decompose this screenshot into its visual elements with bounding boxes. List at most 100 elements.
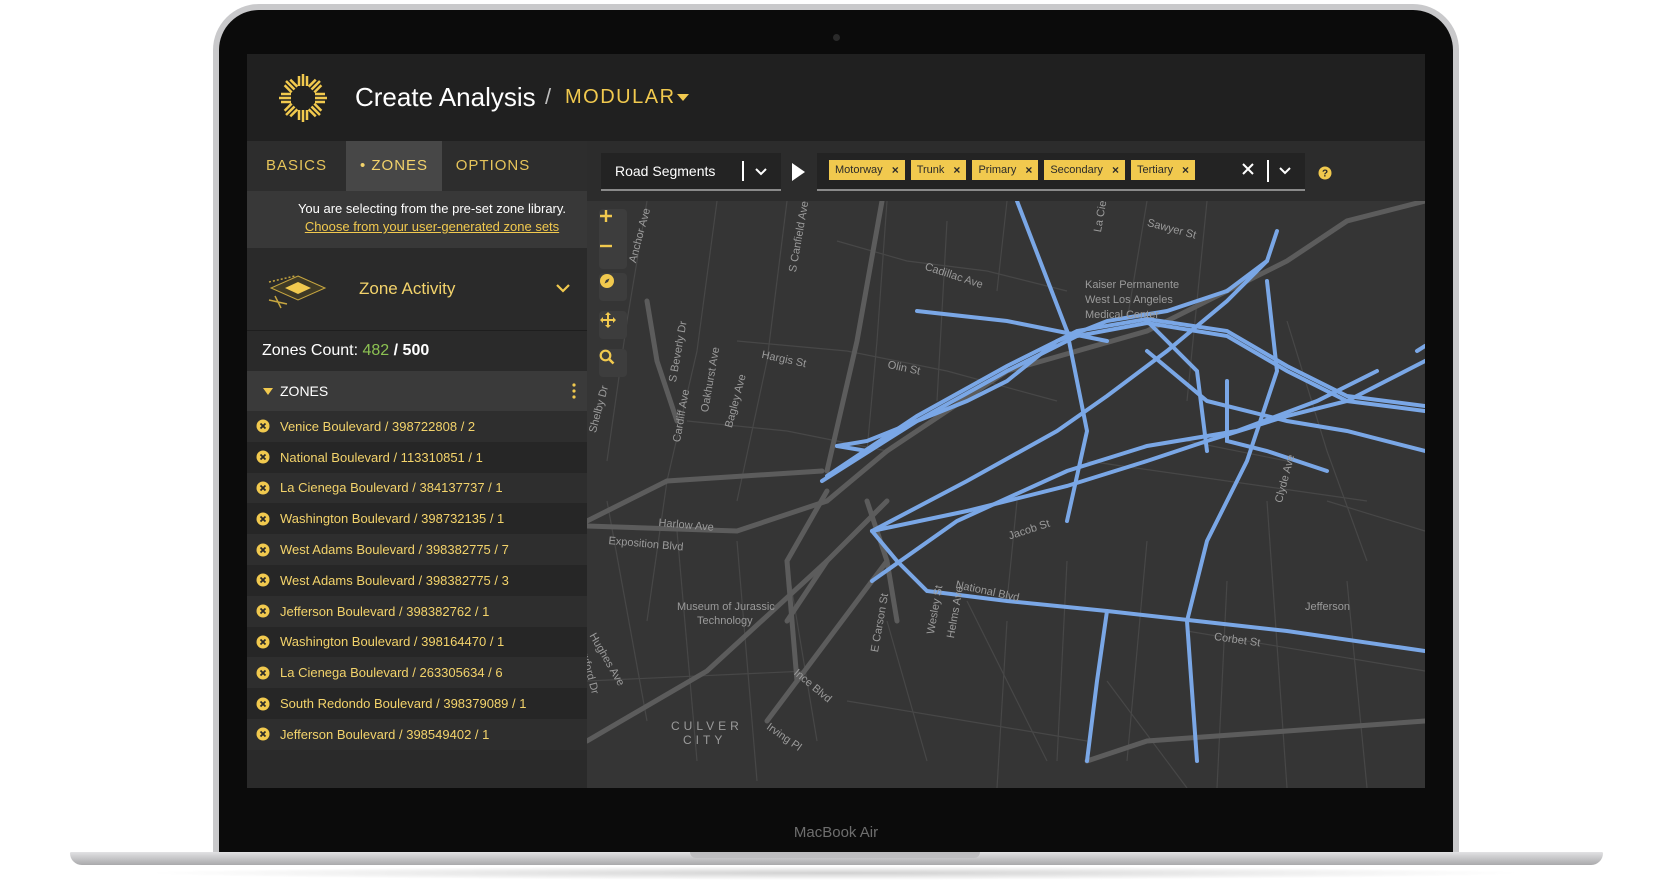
zone-list-item[interactable]: La Cienega Boulevard / 263305634 / 6 [247, 657, 617, 689]
tag-remove-icon[interactable]: × [1025, 163, 1032, 177]
road-type-tag[interactable]: Trunk × [910, 160, 967, 180]
tab-options[interactable]: OPTIONS [442, 141, 544, 191]
zones-count: Zones Count: 482 / 500 [247, 331, 617, 371]
tag-label: Primary [978, 164, 1017, 176]
map-street-label: Kaiser Permanente [1085, 279, 1180, 291]
circle-x-icon[interactable] [256, 450, 270, 464]
chevron-down-icon[interactable] [753, 164, 769, 180]
zone-label: South Redondo Boulevard / 398379089 / 1 [280, 696, 527, 712]
sun-burst-icon[interactable] [277, 72, 329, 124]
circle-x-icon[interactable] [256, 481, 270, 495]
road-segments-select[interactable]: Road Segments [601, 153, 781, 191]
zone-list-item[interactable]: La Cienega Boulevard / 384137737 / 1 [247, 472, 617, 504]
zone-activity-selector[interactable]: Zone Activity [247, 248, 617, 331]
map-view[interactable]: Anchor Ave S Canfield Ave Cadillac Ave Sawy… [587, 201, 1425, 788]
zones-count-separator: / [389, 342, 403, 359]
caret-down-icon[interactable] [263, 388, 273, 395]
circle-x-icon[interactable] [256, 727, 270, 741]
zones-section-title: ZONES [280, 383, 329, 399]
map-street-label: Technology [697, 615, 753, 627]
zones-count-prefix: Zones Count: [262, 342, 363, 359]
clear-all-icon[interactable] [1241, 162, 1255, 176]
zone-list-item[interactable]: South Redondo Boulevard / 398379089 / 1 [247, 688, 617, 719]
zone-list-item[interactable]: West Adams Boulevard / 398382775 / 3 [247, 564, 617, 596]
road-filter-bar: Road Segments Motorway × Trunk × Primary × Sec… [587, 141, 1425, 201]
zone-list-item[interactable]: National Boulevard / 113310851 / 1 [247, 441, 617, 473]
tag-remove-icon[interactable]: × [1112, 163, 1119, 177]
zone-label: La Cienega Boulevard / 384137737 / 1 [280, 480, 503, 496]
plus-icon[interactable] [599, 209, 627, 239]
circle-x-icon[interactable] [256, 604, 270, 618]
zone-label: Washington Boulevard / 398732135 / 1 [280, 511, 505, 527]
circle-x-icon[interactable] [256, 512, 270, 526]
app-screen: Create Analysis / MODULAR BASICS • ZONES… [247, 54, 1425, 788]
mode-dropdown[interactable]: MODULAR [565, 86, 676, 109]
circle-x-icon[interactable] [256, 573, 270, 587]
kebab-menu-icon[interactable] [571, 381, 577, 401]
move-icon[interactable] [599, 311, 627, 339]
road-type-tag[interactable]: Tertiary × [1130, 160, 1196, 180]
zone-list-item[interactable]: Jefferson Boulevard / 398549402 / 1 [247, 718, 617, 750]
chevron-down-icon[interactable] [553, 278, 573, 298]
zone-list-item[interactable]: Washington Boulevard / 398164470 / 1 [247, 626, 617, 658]
zone-list-item[interactable]: Washington Boulevard / 398732135 / 1 [247, 503, 617, 535]
circle-x-icon[interactable] [256, 666, 270, 680]
zones-count-max: 500 [402, 342, 430, 359]
minus-icon[interactable] [599, 239, 627, 269]
device-brand-label: MacBook Air [793, 824, 879, 841]
tag-label: Tertiary [1136, 164, 1174, 176]
circle-x-icon[interactable] [256, 419, 270, 433]
mode-caret-icon[interactable] [677, 94, 689, 101]
tag-remove-icon[interactable]: × [892, 163, 899, 177]
zone-label: West Adams Boulevard / 398382775 / 3 [280, 572, 509, 588]
road-type-tag[interactable]: Primary × [972, 160, 1039, 180]
road-type-tag-input[interactable]: Motorway × Trunk × Primary × Secondary × Tertiar… [817, 153, 1305, 191]
tab-bar: BASICS • ZONES OPTIONS [247, 141, 617, 191]
tag-label: Motorway [835, 164, 883, 176]
camera-dot [833, 34, 840, 41]
question-icon[interactable]: ? [1318, 166, 1332, 180]
zones-section-header[interactable]: ZONES [247, 371, 617, 411]
map-canvas[interactable] [587, 201, 1425, 788]
circle-x-icon[interactable] [256, 543, 270, 557]
svg-text:?: ? [1322, 169, 1328, 180]
zone-activity-label: Zone Activity [359, 279, 456, 298]
zone-label: National Boulevard / 113310851 / 1 [280, 449, 483, 465]
tag-remove-icon[interactable]: × [1182, 163, 1189, 177]
tag-label: Trunk [916, 164, 945, 176]
page-title: Create Analysis [355, 82, 536, 112]
zone-label: Jefferson Boulevard / 398549402 / 1 [280, 726, 490, 742]
compass-icon[interactable] [599, 273, 627, 301]
zone-label: West Adams Boulevard / 398382775 / 7 [280, 542, 509, 558]
zone-label: Jefferson Boulevard / 398382762 / 1 [280, 603, 490, 619]
circle-x-icon[interactable] [256, 635, 270, 649]
zone-list-item[interactable]: Venice Boulevard / 398722808 / 2 [247, 411, 617, 442]
zone-list-item[interactable]: Jefferson Boulevard / 398382762 / 1 [247, 595, 617, 627]
app-header: Create Analysis / MODULAR [247, 54, 1425, 141]
notice-text: You are selecting from the pre-set zone … [297, 201, 567, 216]
tag-label: Secondary [1050, 164, 1103, 176]
user-zone-sets-link[interactable]: Choose from your user-generated zone set… [247, 219, 617, 234]
zone-list: Venice Boulevard / 398722808 / 2 National… [247, 411, 617, 750]
tab-zones[interactable]: • ZONES [346, 141, 442, 191]
map-street-label: Medical Center [1085, 309, 1159, 321]
select-divider [742, 161, 744, 181]
map-street-label: CITY [683, 733, 727, 747]
road-type-tags: Motorway × Trunk × Primary × Secondary × Tertiar… [829, 160, 1196, 180]
map-street-label: Jefferson [1305, 601, 1351, 613]
zone-label: Venice Boulevard / 398722808 / 2 [280, 418, 476, 434]
search-icon[interactable] [599, 349, 627, 377]
road-type-tag[interactable]: Motorway × [829, 160, 905, 180]
road-type-tag[interactable]: Secondary × [1044, 160, 1125, 180]
isometric-zone-icon [268, 275, 327, 309]
circle-x-icon[interactable] [256, 697, 270, 711]
zones-count-current: 482 [362, 342, 390, 359]
zone-label: Washington Boulevard / 398164470 / 1 [280, 634, 505, 650]
title-separator: / [545, 84, 552, 109]
tab-basics[interactable]: BASICS [247, 141, 346, 191]
zone-label: La Cienega Boulevard / 263305634 / 6 [280, 665, 503, 681]
play-icon[interactable] [792, 163, 805, 181]
zone-list-item[interactable]: West Adams Boulevard / 398382775 / 7 [247, 534, 617, 565]
tag-remove-icon[interactable]: × [953, 163, 960, 177]
chevron-down-icon[interactable] [1277, 163, 1293, 179]
